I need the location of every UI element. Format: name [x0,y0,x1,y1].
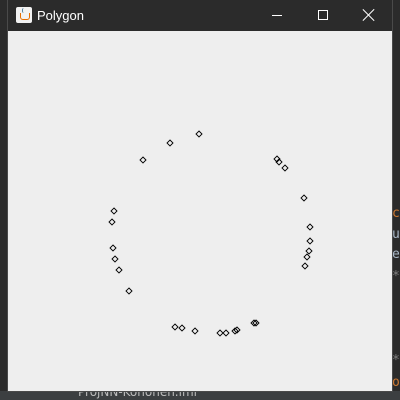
point-marker [110,207,118,215]
background-ide-file-label[interactable]: ProjNN-Kohonen.iml [78,391,197,399]
polygon-window: Polygon [8,0,392,391]
background-ide-glyph: o [392,375,400,390]
background-ide-glyph: u [392,227,400,242]
point-marker [216,329,224,337]
point-marker [115,266,123,274]
maximize-icon [318,10,328,20]
background-ide-glyph: c [392,206,400,221]
point-marker [303,253,311,261]
point-marker [306,223,314,231]
point-marker [178,324,186,332]
background-ide-panel [392,0,400,400]
background-ide-glyph: e [392,247,400,262]
point-marker [305,247,313,255]
background-ide-glyph: * [392,353,400,368]
point-marker [166,139,174,147]
point-marker [301,262,309,270]
point-marker [109,244,117,252]
point-marker [171,323,179,331]
point-marker [306,237,314,245]
point-marker [125,287,133,295]
title-bar[interactable]: Polygon [8,0,392,31]
point-marker [111,255,119,263]
minimize-button[interactable] [254,0,300,31]
drawing-canvas[interactable] [8,31,392,391]
point-marker [300,194,308,202]
minimize-icon [272,15,282,16]
point-marker [250,319,258,327]
point-marker [281,164,289,172]
point-marker [252,319,260,327]
window-title: Polygon [37,8,84,23]
point-marker [139,156,147,164]
java-cup-icon [16,7,32,23]
maximize-button[interactable] [300,0,346,31]
point-marker [195,130,203,138]
background-ide-glyph: * [392,269,400,284]
close-button[interactable] [346,0,392,31]
point-marker [108,218,116,226]
point-marker [222,329,230,337]
background-ide-project-tree: ProjNN-Kohonen.iml [0,391,400,400]
point-marker [191,327,199,335]
close-icon [360,6,378,24]
point-plot [108,130,314,337]
